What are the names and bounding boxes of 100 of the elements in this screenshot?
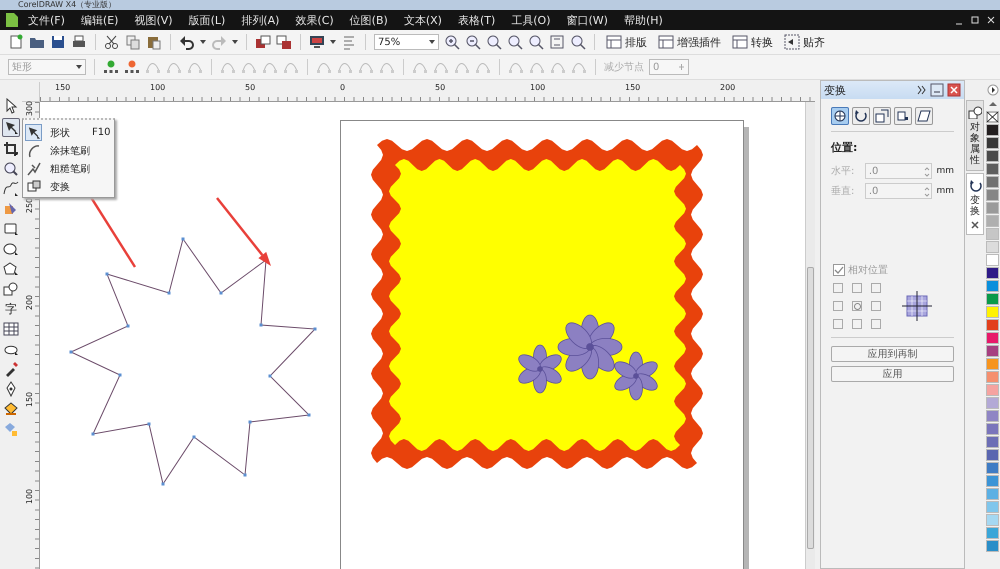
tool-button[interactable] bbox=[2, 161, 20, 177]
save-icon[interactable] bbox=[50, 34, 66, 50]
printer-icon[interactable] bbox=[71, 34, 87, 50]
menu-item[interactable]: 表格(T) bbox=[450, 12, 504, 28]
flyout-tool-button[interactable] bbox=[25, 160, 42, 177]
color-swatch[interactable] bbox=[986, 202, 999, 214]
color-swatch[interactable] bbox=[986, 371, 999, 383]
apply-button[interactable]: 应用到再制 bbox=[831, 346, 954, 362]
color-swatch[interactable] bbox=[986, 475, 999, 487]
zoom-page-icon[interactable] bbox=[549, 34, 565, 50]
mode-button[interactable] bbox=[852, 107, 870, 125]
text-tool[interactable]: 字 bbox=[2, 301, 20, 317]
menu-item[interactable]: 涂抹笔刷 bbox=[50, 144, 90, 158]
toolbar-button[interactable]: 转换 bbox=[729, 34, 776, 50]
zoom-icon[interactable] bbox=[507, 34, 523, 50]
restore-icon[interactable] bbox=[970, 14, 980, 26]
color-swatch[interactable] bbox=[986, 488, 999, 500]
menu-item[interactable]: 工具(O) bbox=[503, 12, 558, 28]
color-swatch[interactable] bbox=[986, 397, 999, 409]
copy-icon[interactable] bbox=[125, 34, 141, 50]
monitor-icon[interactable] bbox=[309, 34, 325, 50]
menu-item[interactable]: 版面(L) bbox=[180, 12, 234, 28]
zoom-in-icon[interactable] bbox=[444, 34, 460, 50]
minimize-icon[interactable] bbox=[930, 82, 944, 98]
zoom-icon[interactable] bbox=[528, 34, 544, 50]
undo-icon[interactable] bbox=[179, 34, 195, 50]
anchor-checkbox[interactable] bbox=[833, 283, 843, 293]
color-swatch[interactable] bbox=[986, 215, 999, 227]
color-swatch[interactable] bbox=[986, 514, 999, 526]
color-swatch[interactable] bbox=[986, 163, 999, 175]
color-swatch[interactable] bbox=[986, 124, 999, 136]
color-swatch[interactable] bbox=[986, 449, 999, 461]
color-swatch[interactable] bbox=[986, 410, 999, 422]
color-swatch[interactable] bbox=[986, 176, 999, 188]
docker-tab[interactable]: 变换 bbox=[966, 173, 984, 235]
color-swatch[interactable] bbox=[986, 280, 999, 292]
color-swatch[interactable] bbox=[986, 345, 999, 357]
tool-button[interactable] bbox=[2, 321, 20, 337]
color-swatch[interactable] bbox=[986, 293, 999, 305]
anchor-checkbox[interactable] bbox=[833, 319, 843, 329]
toolbar-button[interactable]: 贴齐 bbox=[781, 34, 828, 50]
tool-button[interactable] bbox=[2, 181, 20, 197]
color-swatch[interactable] bbox=[986, 462, 999, 474]
color-swatch[interactable] bbox=[986, 436, 999, 448]
vertical-scrollbar[interactable] bbox=[805, 102, 815, 569]
docker-tab[interactable]: 对象属性 bbox=[966, 100, 984, 171]
anchor-checkbox[interactable] bbox=[833, 301, 843, 311]
close-icon[interactable] bbox=[947, 82, 961, 98]
mode-button[interactable] bbox=[831, 107, 849, 125]
color-swatch[interactable] bbox=[986, 189, 999, 201]
menu-item[interactable]: 文件(F) bbox=[20, 12, 73, 28]
mode-button[interactable] bbox=[873, 107, 891, 125]
color-swatch[interactable] bbox=[986, 501, 999, 513]
color-swatch[interactable] bbox=[986, 527, 999, 539]
zoom-icon[interactable] bbox=[486, 34, 502, 50]
zoom-out-icon[interactable] bbox=[465, 34, 481, 50]
menu-item[interactable]: 粗糙笔刷 bbox=[50, 162, 90, 176]
anchor-checkbox[interactable] bbox=[871, 319, 881, 329]
zoom-level-dropdown[interactable]: 75% bbox=[374, 34, 439, 50]
add-node-icon[interactable] bbox=[103, 59, 119, 75]
options-icon[interactable] bbox=[341, 34, 357, 50]
menu-item[interactable]: 帮助(H) bbox=[616, 12, 671, 28]
color-swatch[interactable] bbox=[986, 332, 999, 344]
export-icon[interactable] bbox=[276, 34, 292, 50]
toolbar-button[interactable]: 排版 bbox=[603, 34, 650, 50]
scissors-icon[interactable] bbox=[104, 34, 120, 50]
close-icon[interactable] bbox=[970, 220, 980, 230]
color-swatch[interactable] bbox=[986, 319, 999, 331]
anchor-checkbox[interactable] bbox=[871, 301, 881, 311]
close-icon[interactable] bbox=[986, 14, 996, 26]
toolbar-button[interactable]: 增强插件 bbox=[655, 34, 724, 50]
color-swatch[interactable] bbox=[986, 254, 999, 266]
flyout-tool-button[interactable] bbox=[25, 124, 42, 141]
anchor-checkbox[interactable] bbox=[852, 283, 862, 293]
anchor-checkbox[interactable] bbox=[871, 283, 881, 293]
no-color-swatch[interactable] bbox=[986, 111, 999, 123]
zoom-icon[interactable] bbox=[570, 34, 586, 50]
menu-item[interactable]: 形状 bbox=[50, 126, 70, 140]
new-document-icon[interactable] bbox=[8, 34, 24, 50]
tool-button[interactable] bbox=[2, 221, 20, 237]
tool-button[interactable] bbox=[2, 261, 20, 277]
color-swatch[interactable] bbox=[986, 241, 999, 253]
apply-button[interactable]: 应用 bbox=[831, 366, 954, 382]
tool-button[interactable] bbox=[2, 118, 20, 137]
color-swatch[interactable] bbox=[986, 423, 999, 435]
anchor-checkbox[interactable] bbox=[852, 319, 862, 329]
color-swatch[interactable] bbox=[986, 540, 999, 552]
scrollbar-thumb[interactable] bbox=[807, 267, 814, 549]
color-swatch[interactable] bbox=[986, 358, 999, 370]
color-swatch[interactable] bbox=[986, 137, 999, 149]
tool-button[interactable] bbox=[2, 281, 20, 297]
color-swatch[interactable] bbox=[986, 267, 999, 279]
star-drawing[interactable] bbox=[70, 238, 316, 486]
color-swatch[interactable] bbox=[986, 384, 999, 396]
import-icon[interactable] bbox=[255, 34, 271, 50]
delete-node-icon[interactable] bbox=[124, 59, 140, 75]
menu-item[interactable]: 编辑(E) bbox=[72, 12, 126, 28]
color-swatch[interactable] bbox=[986, 150, 999, 162]
mode-button[interactable] bbox=[894, 107, 912, 125]
menu-item[interactable]: 文本(X) bbox=[396, 12, 450, 28]
